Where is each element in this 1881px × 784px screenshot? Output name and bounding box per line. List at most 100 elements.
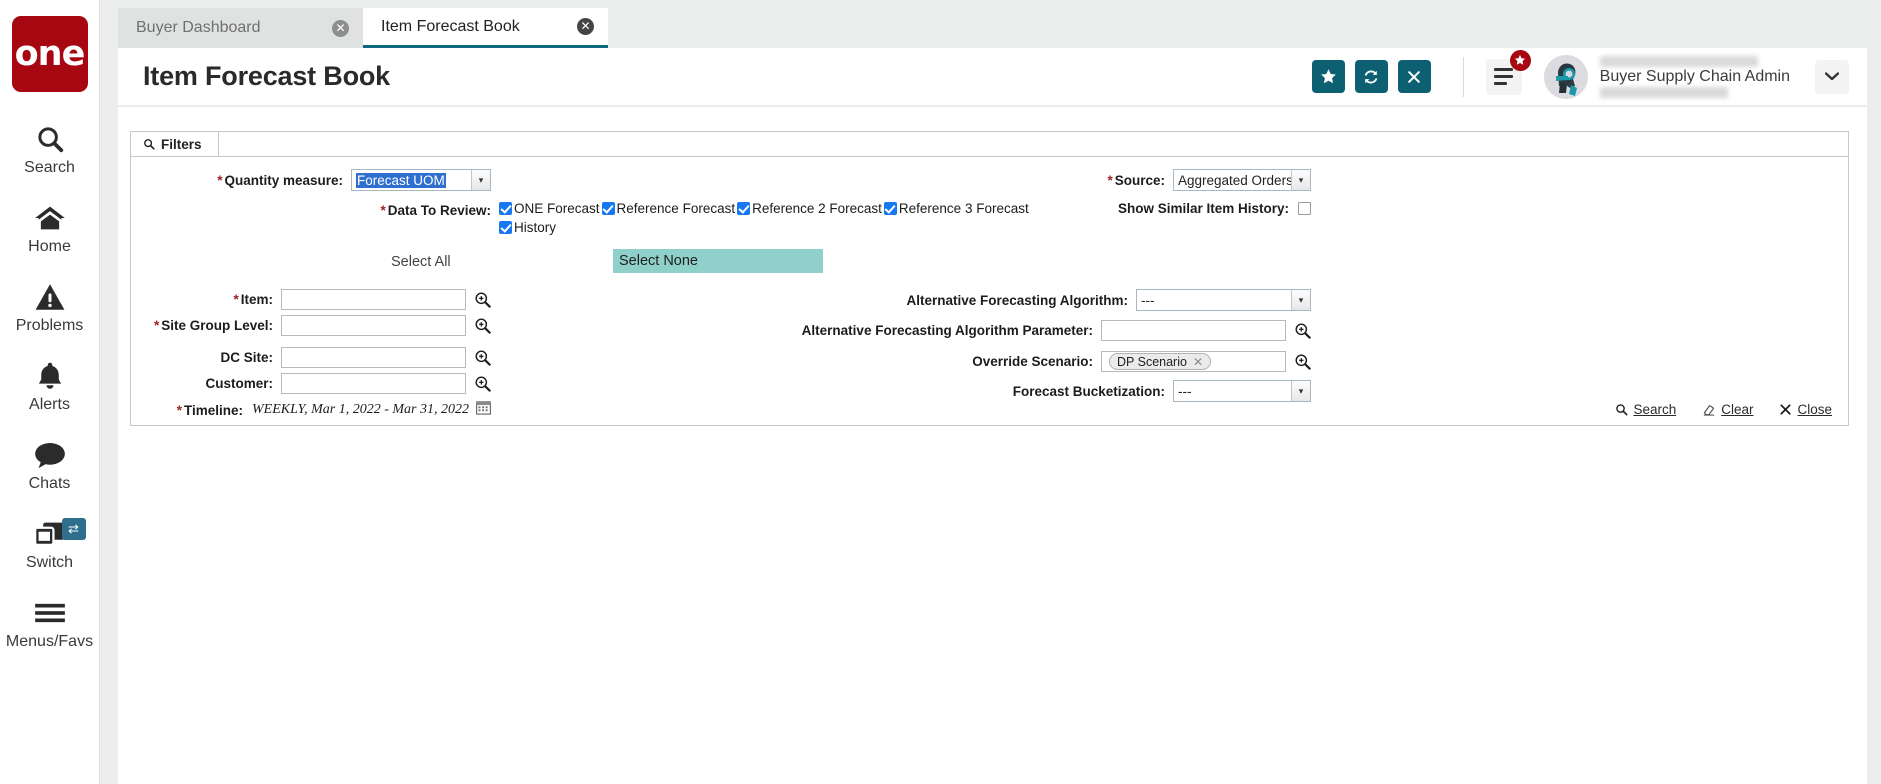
sidebar-item-label: Problems — [15, 317, 84, 334]
quantity-measure-select[interactable]: Forecast UOM ▾ — [351, 169, 491, 191]
eraser-icon — [1704, 405, 1715, 416]
field-override-scenario: Override Scenario: DP Scenario ✕ — [691, 351, 1311, 372]
field-quantity-measure: * Quantity measure: Forecast UOM ▾ — [131, 169, 491, 191]
item-label: * Item: — [233, 292, 273, 307]
sidebar-item-switch[interactable]: ⇄ Switch — [0, 517, 100, 572]
dc-site-input[interactable] — [281, 347, 466, 368]
page-content: Filters * Quantity measure: Forecast UOM … — [118, 107, 1867, 784]
magnifier-plus-icon[interactable] — [1294, 353, 1311, 370]
filters-tabstrip: Filters — [131, 132, 1848, 157]
chevron-down-icon — [1825, 72, 1839, 81]
source-value: Aggregated Orders — [1178, 172, 1293, 188]
x-icon — [1780, 404, 1792, 415]
user-info: Buyer Supply Chain Admin — [1599, 55, 1790, 98]
field-customer: Customer: — [131, 373, 491, 394]
tab-filters-label: Filters — [161, 136, 202, 152]
tab-label: Buyer Dashboard — [136, 19, 261, 36]
field-item: * Item: — [131, 289, 491, 310]
calendar-icon[interactable] — [476, 400, 491, 420]
sidebar-item-chats[interactable]: Chats — [0, 438, 100, 493]
item-input[interactable] — [281, 289, 466, 310]
favorite-button[interactable] — [1311, 60, 1345, 93]
close-link[interactable]: Close — [1779, 402, 1832, 417]
search-icon — [1616, 404, 1628, 416]
select-all-button[interactable]: Select All — [391, 250, 451, 274]
checkbox-reference-forecast[interactable] — [601, 202, 615, 215]
chevron-down-icon: ▾ — [1291, 381, 1310, 401]
tab-item-forecast-book[interactable]: Item Forecast Book ✕ — [363, 8, 608, 48]
override-scenario-chip[interactable]: DP Scenario ✕ — [1109, 353, 1212, 370]
sidebar-item-home[interactable]: Home — [0, 201, 100, 256]
hamburger-icon — [34, 596, 66, 630]
checkbox-label: ONE Forecast — [514, 201, 600, 216]
checkbox-one-forecast[interactable] — [499, 202, 512, 215]
alt-forecasting-algorithm-parameter-label: Alternative Forecasting Algorithm Parame… — [801, 323, 1093, 338]
checkbox-reference-2-forecast[interactable] — [737, 202, 751, 215]
quantity-measure-label: * Quantity measure: — [217, 172, 343, 188]
forecast-bucketization-select[interactable]: --- ▾ — [1173, 380, 1311, 402]
warning-triangle-icon — [35, 280, 65, 314]
close-circle-icon[interactable]: ✕ — [332, 19, 349, 37]
checkbox-label: Reference 2 Forecast — [752, 201, 882, 216]
magnifier-plus-icon[interactable] — [474, 291, 491, 308]
user-role: Buyer Supply Chain Admin — [1599, 67, 1790, 85]
avatar[interactable] — [1543, 54, 1588, 99]
user-menu-button[interactable] — [1815, 59, 1849, 94]
magnifier-plus-icon[interactable] — [1294, 322, 1311, 339]
site-group-level-label: * Site Group Level: — [153, 318, 273, 333]
swap-arrows-icon[interactable]: ⇄ — [61, 518, 86, 540]
chevron-down-icon: ▾ — [1291, 290, 1310, 310]
close-circle-icon[interactable]: ✕ — [577, 18, 594, 35]
timeline-value[interactable]: WEEKLY, Mar 1, 2022 - Mar 31, 2022 — [252, 402, 469, 418]
sidebar-item-label: Home — [28, 238, 71, 255]
forecast-bucketization-label: Forecast Bucketization: — [1012, 383, 1165, 399]
magnifier-plus-icon[interactable] — [474, 375, 491, 392]
bell-icon — [36, 359, 64, 393]
star-badge-icon — [1509, 49, 1531, 71]
field-forecast-bucketization: Forecast Bucketization: --- ▾ — [691, 380, 1311, 402]
sidebar-item-menus-favs[interactable]: Menus/Favs — [0, 596, 100, 651]
alt-forecasting-algorithm-value: --- — [1141, 292, 1155, 308]
chat-bubble-icon — [34, 438, 66, 472]
sidebar-item-search[interactable]: Search — [0, 122, 100, 177]
windows-switch-icon — [33, 517, 66, 551]
select-none-button[interactable]: Select None — [613, 249, 823, 273]
search-link[interactable]: Search — [1615, 402, 1676, 417]
checkbox-show-similar-item-history[interactable] — [1298, 202, 1311, 215]
header-menu-button[interactable] — [1485, 49, 1531, 95]
customer-input[interactable] — [281, 373, 466, 394]
data-to-review-label: * Data To Review: — [380, 203, 491, 218]
site-group-level-input[interactable] — [281, 315, 466, 336]
x-icon[interactable]: ✕ — [1193, 355, 1203, 369]
one-logo-text: one — [14, 33, 86, 74]
tab-filters[interactable]: Filters — [131, 132, 219, 156]
refresh-button[interactable] — [1354, 60, 1388, 93]
source-label: * Source: — [1107, 172, 1165, 188]
customer-label: Customer: — [205, 376, 273, 391]
user-org-redacted — [1599, 86, 1728, 98]
clear-link[interactable]: Clear — [1702, 402, 1753, 417]
forecast-bucketization-value: --- — [1178, 383, 1192, 399]
one-logo[interactable]: one — [11, 16, 88, 92]
alt-forecasting-algorithm-parameter-input[interactable] — [1101, 320, 1286, 341]
close-button[interactable] — [1397, 60, 1431, 93]
timeline-label: * Timeline: — [176, 402, 243, 418]
override-scenario-input[interactable]: DP Scenario ✕ — [1101, 351, 1286, 372]
page-title: Item Forecast Book — [143, 61, 390, 91]
magnifier-plus-icon[interactable] — [474, 349, 491, 366]
chip-label: DP Scenario — [1117, 354, 1187, 369]
tab-label: Item Forecast Book — [381, 17, 520, 35]
alt-forecasting-algorithm-select[interactable]: --- ▾ — [1136, 289, 1311, 311]
checkbox-history[interactable] — [499, 221, 512, 234]
show-similar-item-history-label: Show Similar Item History: — [1117, 201, 1289, 216]
sidebar-item-problems[interactable]: Problems — [0, 280, 100, 335]
magnifier-plus-icon[interactable] — [474, 317, 491, 334]
header-actions: Buyer Supply Chain Admin — [1302, 49, 1867, 99]
source-select[interactable]: Aggregated Orders ▾ — [1173, 169, 1311, 191]
field-alt-forecasting-algorithm: Alternative Forecasting Algorithm: --- ▾ — [691, 289, 1311, 311]
sidebar-item-alerts[interactable]: Alerts — [0, 359, 100, 414]
field-show-similar-item-history: Show Similar Item History: — [891, 201, 1311, 216]
refresh-icon — [1365, 70, 1378, 83]
tab-buyer-dashboard[interactable]: Buyer Dashboard ✕ — [118, 8, 363, 48]
main-area: Buyer Dashboard ✕ Item Forecast Book ✕ I… — [100, 0, 1881, 784]
